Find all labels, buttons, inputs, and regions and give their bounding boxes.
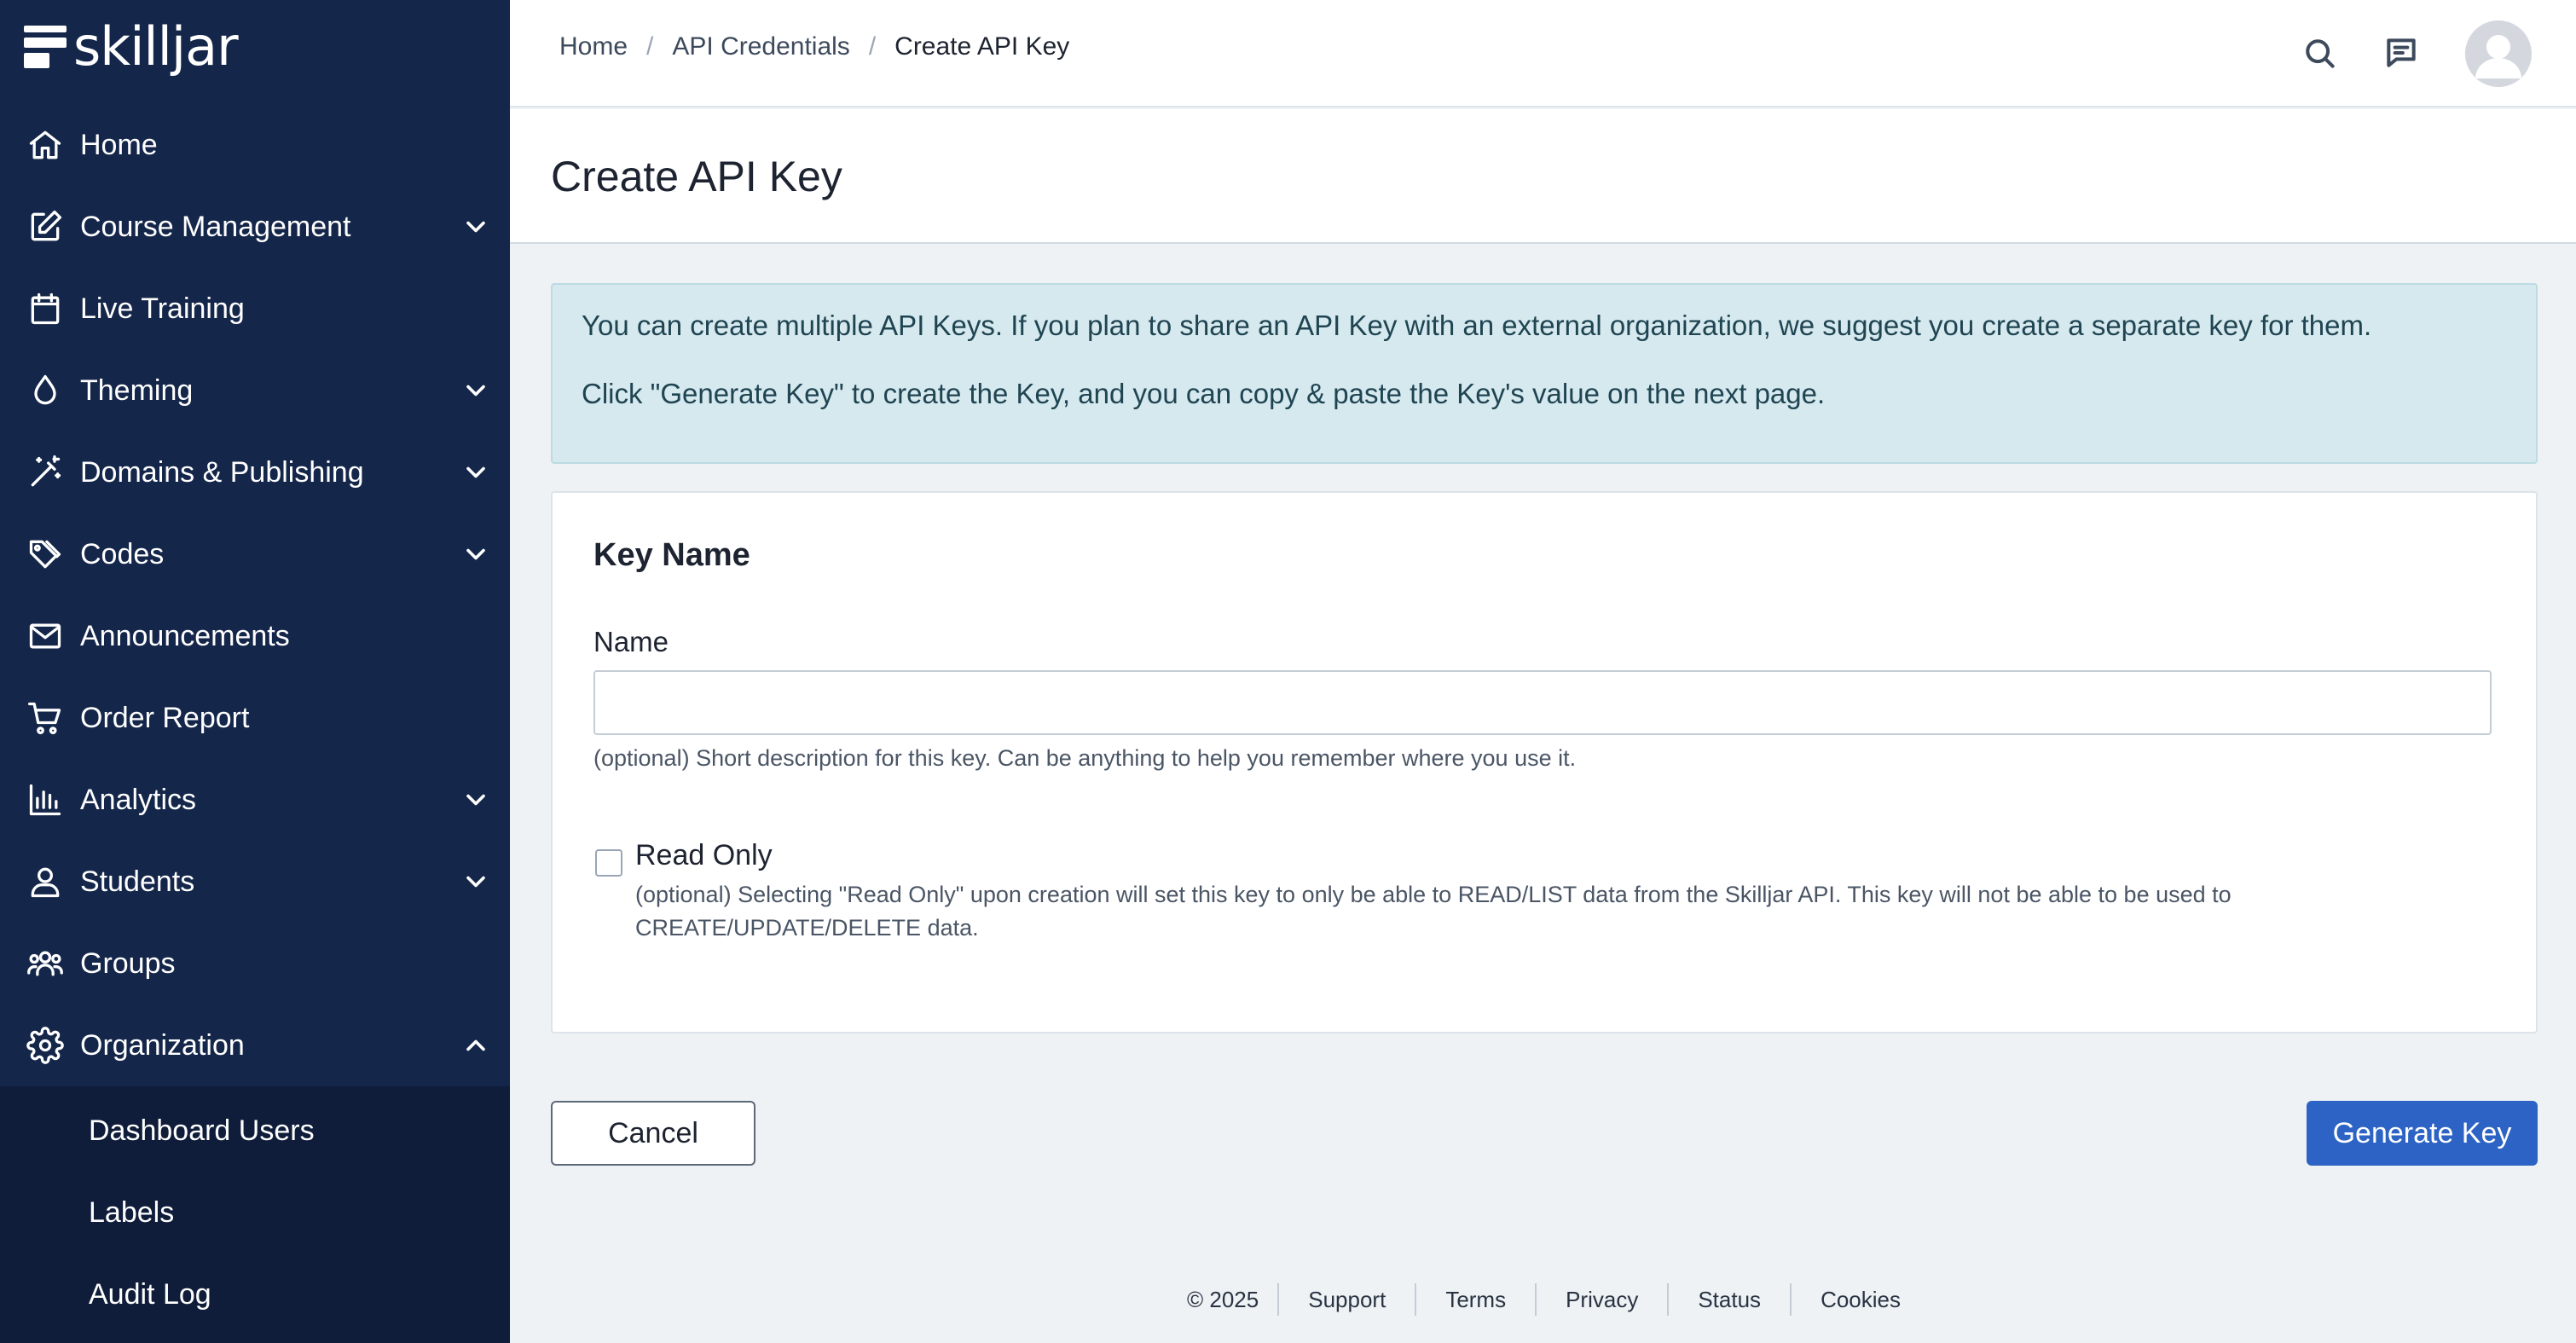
footer-link-terms[interactable]: Terms [1415, 1283, 1535, 1316]
chevron-down-icon [460, 866, 491, 897]
generate-key-button[interactable]: Generate Key [2307, 1101, 2538, 1166]
footer-link-privacy[interactable]: Privacy [1535, 1283, 1667, 1316]
avatar[interactable] [2465, 20, 2532, 87]
footer-link-status[interactable]: Status [1667, 1283, 1790, 1316]
sidebar-item-label: Students [80, 865, 195, 898]
alert-text-line-2: Click "Generate Key" to create the Key, … [582, 378, 1826, 409]
sidebar-item-groups[interactable]: Groups [0, 923, 510, 1004]
top-header: Home / API Credentials / Create API Key [510, 0, 2576, 107]
chevron-down-icon [460, 211, 491, 242]
footer-copyright: © 2025 [1187, 1286, 1259, 1312]
sidebar-item-domains-publishing[interactable]: Domains & Publishing [0, 431, 510, 513]
user-icon [26, 862, 65, 901]
sidebar-subitem-audit-log[interactable]: Audit Log [0, 1253, 510, 1335]
chevron-down-icon [460, 539, 491, 570]
breadcrumb: Home / API Credentials / Create API Key [559, 32, 1069, 61]
info-alert: You can create multiple API Keys. If you… [551, 283, 2538, 464]
sidebar-item-codes[interactable]: Codes [0, 513, 510, 595]
name-input[interactable] [593, 670, 2492, 735]
avatar-placeholder-icon [2465, 20, 2532, 87]
logo-mark-icon [24, 24, 67, 68]
breadcrumb-current: Create API Key [894, 32, 1070, 61]
footer: © 2025 Support Terms Privacy Status Cook… [1187, 1282, 1930, 1317]
tags-icon [26, 535, 65, 574]
page-title: Create API Key [551, 153, 842, 200]
sidebar-item-organization[interactable]: Organization [0, 1004, 510, 1086]
sidebar-nav: Home Course Management Live Training The… [0, 104, 510, 1086]
sidebar-item-home[interactable]: Home [0, 104, 510, 186]
cancel-button[interactable]: Cancel [551, 1101, 755, 1166]
mail-icon [26, 617, 65, 656]
sidebar: skilljar Home Course Management Live Tra… [0, 0, 510, 1343]
sidebar-item-label: Domains & Publishing [80, 455, 364, 489]
chevron-up-icon [460, 1030, 491, 1061]
sidebar-item-label: Home [80, 128, 158, 161]
breadcrumb-api-credentials-link[interactable]: API Credentials [672, 32, 849, 61]
chevron-down-icon [460, 375, 491, 406]
search-icon[interactable] [2301, 34, 2338, 72]
footer-link-cookies[interactable]: Cookies [1790, 1283, 1930, 1316]
footer-link-support[interactable]: Support [1277, 1283, 1415, 1316]
users-icon [26, 944, 65, 983]
sidebar-item-label: Codes [80, 537, 165, 570]
read-only-checkbox[interactable] [595, 849, 622, 877]
card-title: Key Name [593, 537, 750, 573]
organization-subnav: Dashboard Users Labels Audit Log [0, 1086, 510, 1343]
sidebar-item-label: Order Report [80, 701, 250, 734]
sidebar-item-label: Groups [80, 946, 176, 980]
breadcrumb-separator: / [646, 32, 654, 61]
sidebar-item-label: Course Management [80, 210, 351, 243]
calendar-icon [26, 289, 65, 328]
name-field-label: Name [593, 626, 669, 657]
chat-icon[interactable] [2382, 34, 2420, 72]
gear-icon [26, 1026, 65, 1065]
breadcrumb-home-link[interactable]: Home [559, 32, 628, 61]
droplet-icon [26, 371, 65, 410]
sidebar-item-label: Organization [80, 1028, 245, 1062]
sidebar-item-analytics[interactable]: Analytics [0, 759, 510, 841]
sidebar-subitem-dashboard-users[interactable]: Dashboard Users [0, 1090, 510, 1172]
breadcrumb-separator: / [868, 32, 877, 61]
magic-wand-icon [26, 453, 65, 492]
key-name-card: Key Name Name (optional) Short descripti… [551, 491, 2538, 1033]
sidebar-subitem-labels[interactable]: Labels [0, 1172, 510, 1253]
sidebar-item-live-training[interactable]: Live Training [0, 268, 510, 350]
sidebar-item-theming[interactable]: Theming [0, 350, 510, 431]
read-only-help-text: (optional) Selecting "Read Only" upon cr… [635, 882, 2232, 941]
read-only-label[interactable]: Read Only [635, 839, 773, 872]
sidebar-item-announcements[interactable]: Announcements [0, 595, 510, 677]
sidebar-item-course-management[interactable]: Course Management [0, 186, 510, 268]
sidebar-item-order-report[interactable]: Order Report [0, 677, 510, 759]
brand-name: skilljar [73, 14, 239, 78]
bar-chart-icon [26, 780, 65, 819]
alert-text-line-1: You can create multiple API Keys. If you… [582, 310, 2372, 341]
name-help-text: (optional) Short description for this ke… [593, 745, 1577, 771]
skilljar-logo[interactable]: skilljar [24, 14, 239, 78]
cart-icon [26, 698, 65, 738]
sidebar-item-label: Live Training [80, 292, 245, 325]
page-title-bar: Create API Key [510, 109, 2576, 244]
sidebar-item-label: Theming [80, 373, 194, 407]
sidebar-item-students[interactable]: Students [0, 841, 510, 923]
home-icon [26, 125, 65, 165]
sidebar-item-label: Announcements [80, 619, 290, 652]
edit-icon [26, 207, 65, 246]
sidebar-item-label: Analytics [80, 783, 197, 816]
chevron-down-icon [460, 457, 491, 488]
chevron-down-icon [460, 784, 491, 815]
